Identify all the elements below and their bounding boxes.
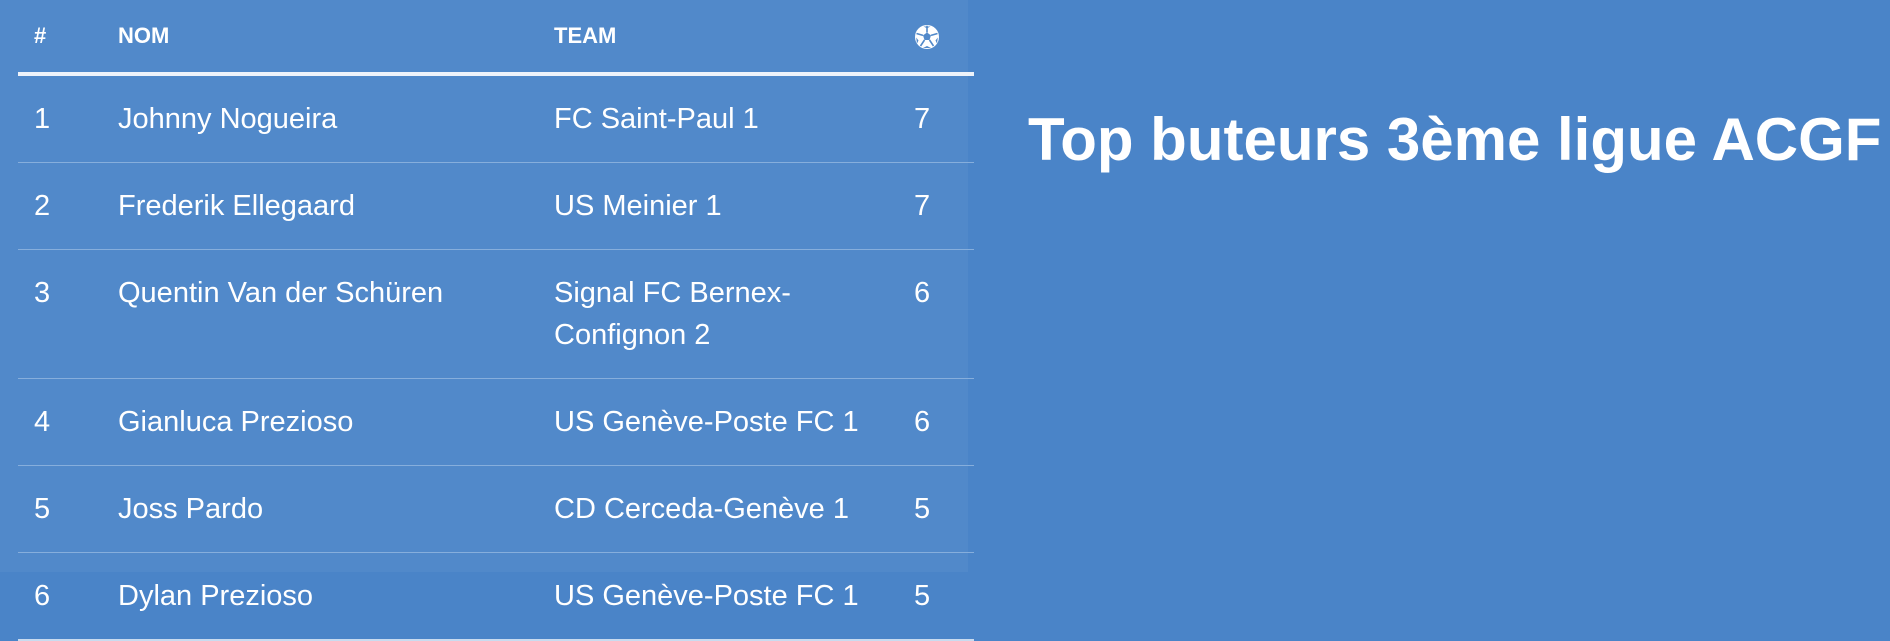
player-name-cell: Frederik Ellegaard bbox=[118, 162, 554, 250]
page-title: Top buteurs 3ème ligue ACGF bbox=[1028, 106, 1882, 173]
scorers-panel: # NOM TEAM 1 Johnny Nogueira FC Saint-Pa… bbox=[0, 0, 974, 641]
table-row: 3 Quentin Van der Schüren Signal FC Bern… bbox=[18, 249, 974, 379]
team-column-header: TEAM bbox=[554, 0, 914, 76]
player-name-cell: Dylan Prezioso bbox=[118, 552, 554, 641]
rank-cell: 3 bbox=[18, 249, 118, 379]
player-name-cell: Johnny Nogueira bbox=[118, 74, 554, 163]
team-cell: US Genève-Poste FC 1 bbox=[554, 378, 914, 466]
goals-cell: 7 bbox=[914, 162, 974, 250]
goals-cell: 5 bbox=[914, 465, 974, 553]
name-column-header: NOM bbox=[118, 0, 554, 76]
rank-cell: 6 bbox=[18, 552, 118, 641]
top-scorers-table: # NOM TEAM 1 Johnny Nogueira FC Saint-Pa… bbox=[18, 0, 974, 641]
rank-cell: 4 bbox=[18, 378, 118, 466]
table-row: 1 Johnny Nogueira FC Saint-Paul 1 7 bbox=[18, 74, 974, 163]
team-cell: CD Cerceda-Genève 1 bbox=[554, 465, 914, 553]
player-name-cell: Quentin Van der Schüren bbox=[118, 249, 554, 379]
team-cell: Signal FC Bernex-Confignon 2 bbox=[554, 249, 914, 379]
goals-cell: 6 bbox=[914, 249, 974, 379]
table-row: 4 Gianluca Prezioso US Genève-Poste FC 1… bbox=[18, 378, 974, 466]
soccer-ball-icon bbox=[915, 24, 939, 49]
goals-column-header bbox=[914, 0, 974, 76]
rank-cell: 1 bbox=[18, 74, 118, 163]
team-cell: FC Saint-Paul 1 bbox=[554, 74, 914, 163]
player-name-cell: Gianluca Prezioso bbox=[118, 378, 554, 466]
team-cell: US Meinier 1 bbox=[554, 162, 914, 250]
team-cell: US Genève-Poste FC 1 bbox=[554, 552, 914, 641]
goals-cell: 6 bbox=[914, 378, 974, 466]
table-header-row: # NOM TEAM bbox=[18, 0, 974, 76]
rank-column-header: # bbox=[18, 0, 118, 76]
table-row: 5 Joss Pardo CD Cerceda-Genève 1 5 bbox=[18, 465, 974, 553]
goals-cell: 7 bbox=[914, 74, 974, 163]
player-name-cell: Joss Pardo bbox=[118, 465, 554, 553]
rank-cell: 2 bbox=[18, 162, 118, 250]
table-row: 6 Dylan Prezioso US Genève-Poste FC 1 5 bbox=[18, 552, 974, 641]
goals-cell: 5 bbox=[914, 552, 974, 641]
rank-cell: 5 bbox=[18, 465, 118, 553]
table-row: 2 Frederik Ellegaard US Meinier 1 7 bbox=[18, 162, 974, 250]
